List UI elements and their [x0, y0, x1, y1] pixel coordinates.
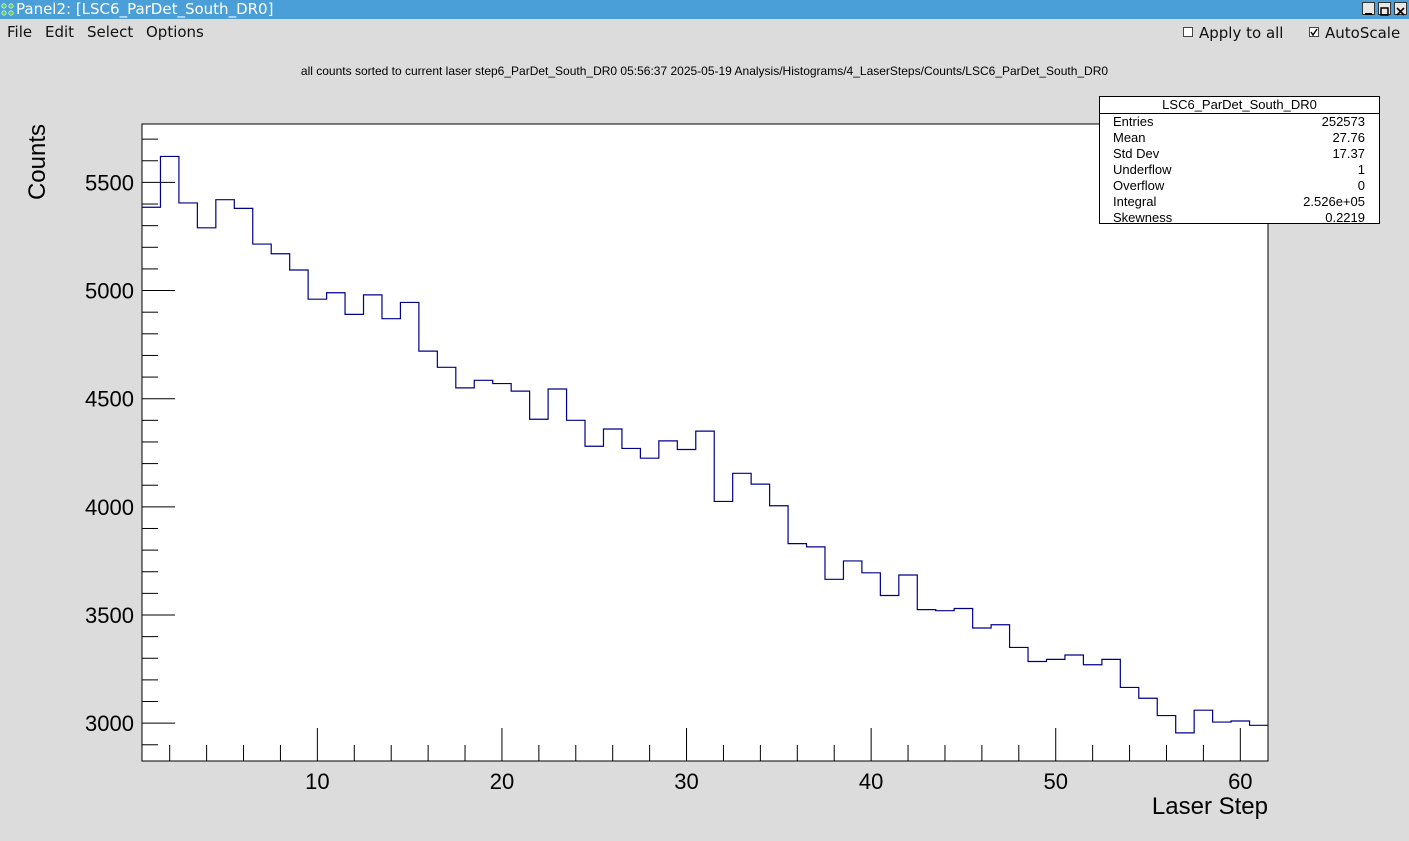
stats-row: Overflow 0 — [1113, 178, 1365, 194]
x-tick-label: 40 — [859, 769, 883, 794]
x-tick-label: 30 — [674, 769, 698, 794]
stats-title: LSC6_ParDet_South_DR0 — [1100, 97, 1379, 114]
stats-label: Overflow — [1113, 178, 1165, 193]
stats-label: Underflow — [1113, 162, 1172, 177]
y-axis-label: Counts — [24, 124, 51, 200]
x-tick-label: 10 — [305, 769, 329, 794]
stats-value: 1 — [1357, 162, 1365, 177]
stats-value: 17.37 — [1332, 146, 1365, 161]
x-tick-label: 20 — [490, 769, 514, 794]
stats-value: 0.2219 — [1325, 210, 1365, 225]
stats-row: Std Dev 17.37 — [1113, 146, 1365, 162]
stats-label: Skewness — [1113, 210, 1173, 225]
x-axis-label: Laser Step — [1152, 793, 1268, 820]
stats-value: 252573 — [1321, 114, 1365, 129]
stats-value: 27.76 — [1332, 130, 1365, 145]
x-tick-label: 50 — [1043, 769, 1067, 794]
y-tick-label: 4500 — [85, 387, 134, 412]
stats-value: 2.526e+05 — [1303, 194, 1365, 209]
stats-row: Integral 2.526e+05 — [1113, 194, 1365, 210]
stats-row: Underflow 1 — [1113, 162, 1365, 178]
y-tick-label: 5000 — [85, 279, 134, 304]
y-tick-label: 3000 — [85, 711, 134, 736]
stats-label: Std Dev — [1113, 146, 1160, 161]
stats-row: Entries 252573 — [1113, 114, 1365, 130]
stats-label: Mean — [1113, 130, 1146, 145]
stats-box[interactable]: LSC6_ParDet_South_DR0 Entries 252573 Mean 2… — [1099, 96, 1380, 226]
y-tick-label: 3500 — [85, 603, 134, 628]
stats-label: Integral — [1113, 194, 1157, 209]
y-tick-label: 5500 — [85, 170, 134, 195]
stats-row: Mean 27.76 — [1113, 130, 1365, 146]
stats-value: 0 — [1357, 178, 1365, 193]
stats-row: Skewness 0.2219 — [1113, 210, 1365, 226]
y-tick-label: 4000 — [85, 495, 134, 520]
x-tick-label: 60 — [1228, 769, 1252, 794]
stats-label: Entries — [1113, 114, 1154, 129]
